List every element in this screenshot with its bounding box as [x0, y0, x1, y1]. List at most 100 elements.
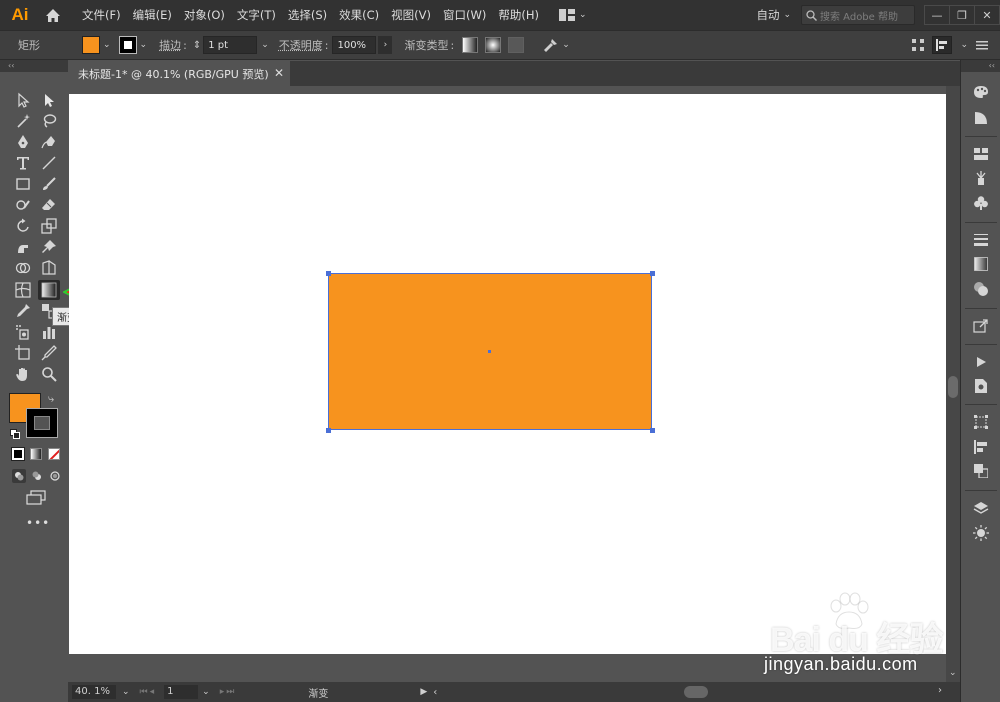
- zoom-field[interactable]: 40. 1%: [72, 685, 116, 699]
- gradient-panel-button[interactable]: [971, 254, 991, 274]
- artboard-number-field[interactable]: 1: [164, 685, 199, 699]
- color-mode-button[interactable]: [11, 447, 25, 461]
- stroke-color-swatch[interactable]: [26, 408, 58, 438]
- chevron-down-icon[interactable]: ⌄: [202, 687, 210, 697]
- home-icon[interactable]: [42, 4, 64, 26]
- menu-window[interactable]: 窗口(W): [437, 0, 492, 30]
- paintbrush-tool[interactable]: [38, 174, 60, 194]
- document-tab[interactable]: 未标题-1* @ 40.1% (RGB/GPU 预览) ✕: [68, 61, 290, 86]
- default-colors-icon[interactable]: [10, 429, 20, 439]
- symbols-panel-button[interactable]: [971, 193, 991, 213]
- transform-grid-icon[interactable]: [912, 39, 925, 51]
- mesh-tool[interactable]: [12, 280, 34, 300]
- actions-panel-button[interactable]: [971, 352, 991, 372]
- menu-edit[interactable]: 编辑(E): [127, 0, 178, 30]
- draw-inside-button[interactable]: [48, 469, 62, 483]
- dock-collapse-button[interactable]: ‹‹: [961, 60, 1000, 72]
- magic-wand-tool[interactable]: [12, 111, 34, 131]
- pen-tool[interactable]: [12, 132, 34, 152]
- swap-colors-icon[interactable]: ⤷: [48, 392, 54, 406]
- zoom-tool[interactable]: [38, 364, 60, 384]
- chevron-down-icon[interactable]: ⌄: [783, 10, 791, 20]
- fill-color-picker[interactable]: ⌄: [82, 36, 111, 54]
- arrange-documents-button[interactable]: ⌄: [558, 9, 587, 21]
- edit-toolbar-button[interactable]: •••: [26, 516, 50, 530]
- scroll-right-icon[interactable]: ›: [938, 685, 942, 696]
- draw-normal-button[interactable]: [12, 469, 26, 483]
- menu-help[interactable]: 帮助(H): [492, 0, 545, 30]
- toolbar-collapse-button[interactable]: ‹‹: [0, 60, 68, 72]
- freeform-gradient-button[interactable]: [508, 37, 525, 53]
- minimize-button[interactable]: —: [924, 5, 950, 25]
- first-artboard-button[interactable]: ⏮◂: [140, 687, 157, 697]
- warp-tool[interactable]: [12, 237, 34, 257]
- stroke-weight-field[interactable]: 1 pt: [203, 36, 258, 54]
- chevron-down-icon[interactable]: ⌄: [122, 687, 130, 697]
- brushes-panel-button[interactable]: [971, 168, 991, 188]
- workspace-label[interactable]: 自动: [756, 7, 779, 23]
- align-button[interactable]: [932, 36, 953, 54]
- horizontal-scroll-thumb[interactable]: [684, 686, 708, 698]
- shaper-tool[interactable]: [12, 195, 34, 215]
- chevron-down-icon[interactable]: ⌄: [261, 40, 269, 50]
- slice-tool[interactable]: [38, 343, 60, 363]
- draw-behind-button[interactable]: [30, 469, 44, 483]
- color-panel-button[interactable]: [971, 82, 991, 102]
- artboard-tool[interactable]: [12, 343, 34, 363]
- selection-tool[interactable]: [12, 90, 34, 110]
- shape-builder-tool[interactable]: [12, 258, 34, 278]
- menu-type[interactable]: 文字(T): [231, 0, 282, 30]
- rotate-tool[interactable]: [12, 216, 34, 236]
- hand-tool[interactable]: [12, 364, 34, 384]
- curvature-tool[interactable]: [38, 132, 60, 152]
- eyedropper-tool[interactable]: [12, 301, 34, 321]
- recolor-button[interactable]: ⌄: [542, 38, 570, 52]
- color-guide-button[interactable]: [971, 108, 991, 128]
- align-panel-button[interactable]: [971, 437, 991, 457]
- puppet-warp-tool[interactable]: [38, 237, 60, 257]
- last-artboard-button[interactable]: ▸⏭: [220, 687, 237, 697]
- none-mode-button[interactable]: [48, 448, 60, 460]
- layers-panel-button[interactable]: [971, 498, 991, 518]
- line-segment-tool[interactable]: [38, 153, 60, 173]
- stroke-color-picker[interactable]: ⌄: [118, 36, 147, 54]
- stroke-panel-button[interactable]: [971, 230, 991, 250]
- help-search-input[interactable]: 搜索 Adobe 帮助: [801, 5, 915, 25]
- eraser-tool[interactable]: [38, 195, 60, 215]
- stroke-stepper[interactable]: ⇕: [193, 40, 201, 51]
- rectangle-tool[interactable]: [12, 174, 34, 194]
- scroll-left-icon[interactable]: ‹: [433, 687, 437, 698]
- transform-panel-button[interactable]: [971, 412, 991, 432]
- stroke-label[interactable]: 描边: [159, 37, 181, 53]
- selection-handle-top-right[interactable]: [650, 271, 655, 276]
- linear-gradient-button[interactable]: [462, 37, 479, 53]
- menu-file[interactable]: 文件(F): [76, 0, 127, 30]
- menu-view[interactable]: 视图(V): [385, 0, 437, 30]
- vertical-scroll-thumb[interactable]: [948, 376, 958, 398]
- selection-handle-bottom-left[interactable]: [326, 428, 331, 433]
- close-tab-icon[interactable]: ✕: [274, 66, 284, 80]
- gradient-tool[interactable]: [38, 280, 60, 300]
- opacity-field[interactable]: 100%: [332, 36, 377, 54]
- chevron-down-icon[interactable]: ⌄: [960, 40, 968, 50]
- lasso-tool[interactable]: [38, 111, 60, 131]
- scale-tool[interactable]: [38, 216, 60, 236]
- radial-gradient-button[interactable]: [485, 37, 502, 53]
- selection-handle-top-left[interactable]: [326, 271, 331, 276]
- links-panel-button[interactable]: [971, 376, 991, 396]
- gradient-mode-button[interactable]: [30, 448, 42, 460]
- swatches-panel-button[interactable]: [971, 144, 991, 164]
- selection-handle-bottom-right[interactable]: [650, 428, 655, 433]
- asset-export-button[interactable]: [971, 316, 991, 336]
- perspective-grid-tool[interactable]: [38, 258, 60, 278]
- menu-select[interactable]: 选择(S): [282, 0, 333, 30]
- pathfinder-panel-button[interactable]: [971, 461, 991, 481]
- symbol-sprayer-tool[interactable]: [12, 322, 34, 342]
- transparency-panel-button[interactable]: [971, 279, 991, 299]
- type-tool[interactable]: [12, 153, 34, 173]
- menu-object[interactable]: 对象(O): [178, 0, 231, 30]
- scroll-down-icon[interactable]: ⌄: [949, 668, 957, 678]
- appearance-panel-button[interactable]: [971, 523, 991, 543]
- maximize-button[interactable]: ❐: [949, 5, 975, 25]
- panel-menu-icon[interactable]: [976, 40, 988, 50]
